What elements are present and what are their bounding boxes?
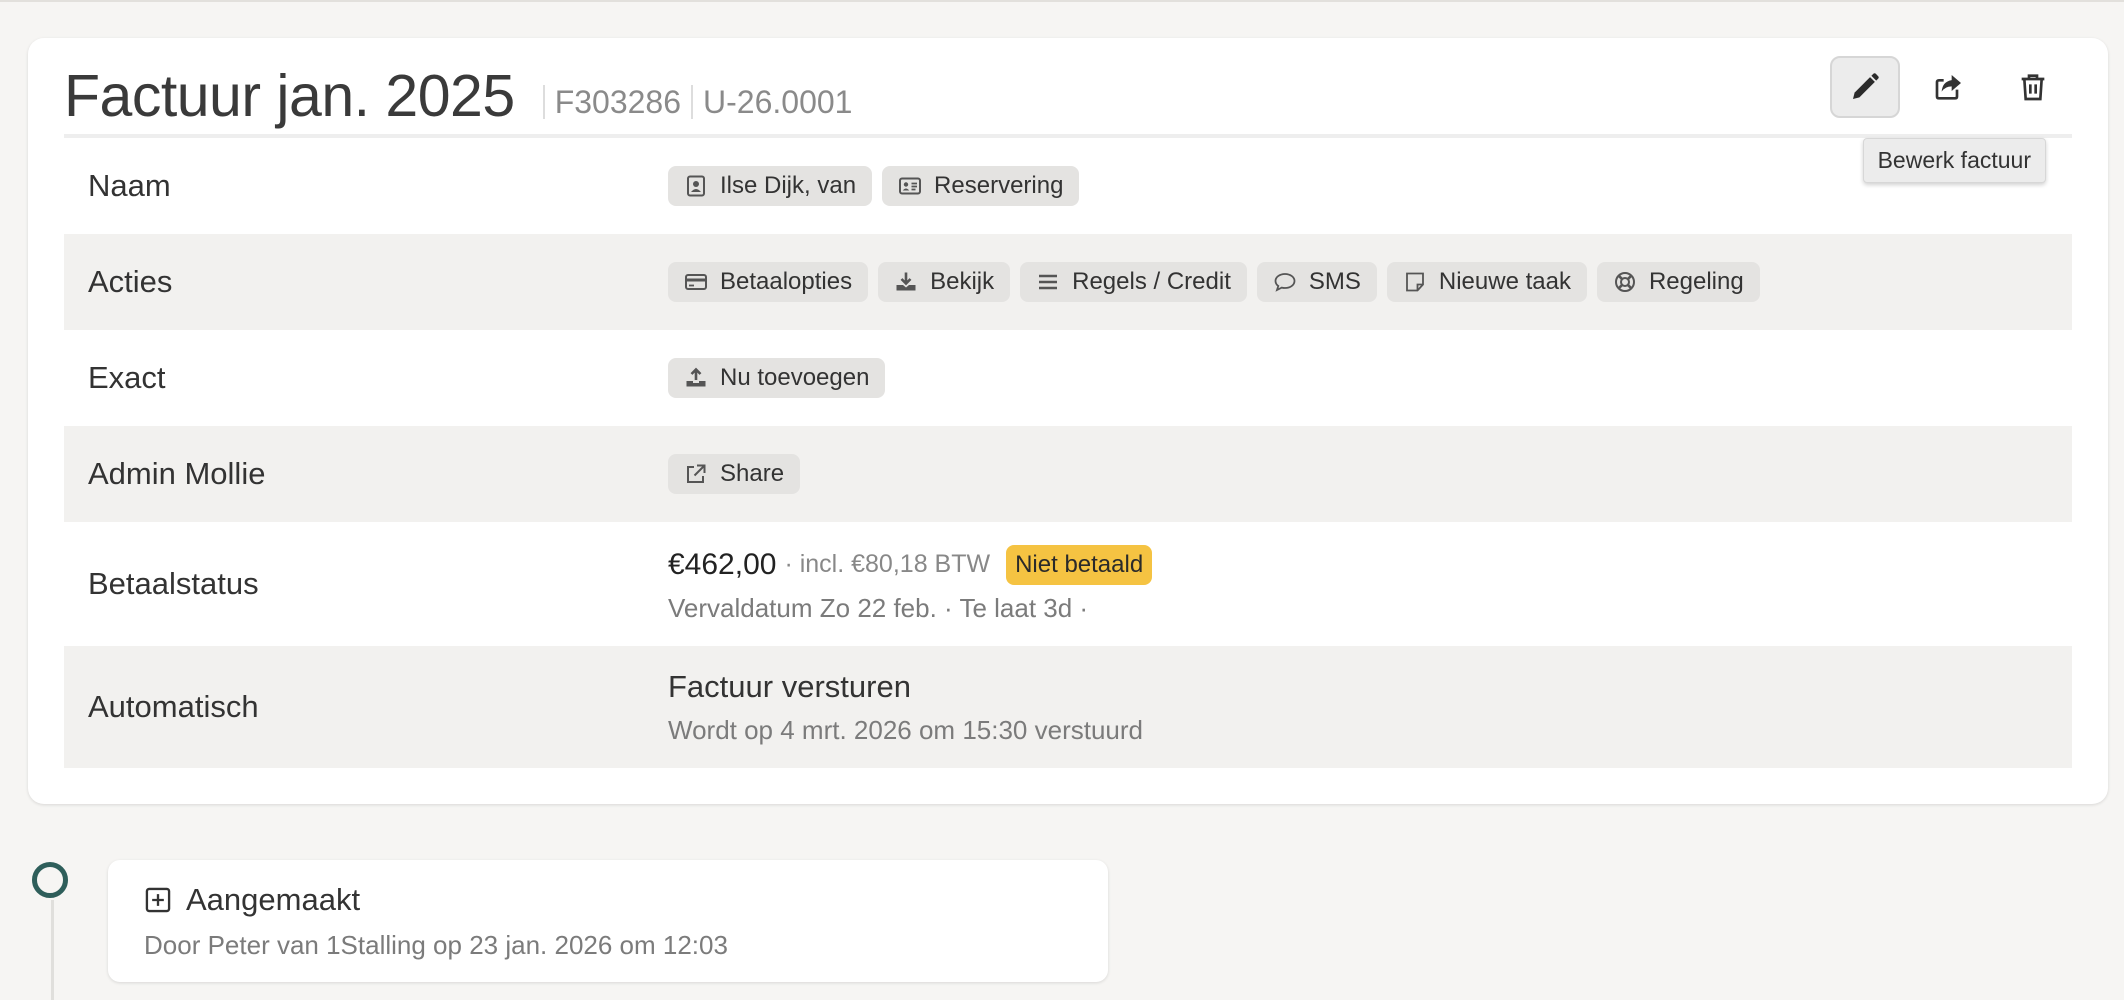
button-label: Betaalopties: [720, 268, 853, 295]
vat-amount: · incl. €80,18 BTW: [784, 550, 991, 578]
button-label: SMS: [1308, 268, 1361, 295]
download-icon: [896, 272, 916, 291]
row-label: Exact: [88, 360, 166, 395]
row-value: Factuur versturen Wordt op 4 mrt. 2026 o…: [668, 669, 1143, 746]
view-button[interactable]: Bekijk: [878, 262, 1011, 302]
new-task-button[interactable]: Nieuwe taak: [1386, 262, 1587, 302]
add-now-button[interactable]: Nu toevoegen: [668, 358, 886, 398]
button-label: Regels / Credit: [1072, 268, 1231, 295]
row-acties: Acties Betaalopties Bekijk Regels / Cred…: [64, 234, 2072, 330]
row-naam: Naam Ilse Dijk, van Reservering: [64, 138, 2072, 234]
button-label: Nu toevoegen: [720, 364, 870, 391]
trash-icon: [2021, 74, 2045, 101]
invoice-amount: €462,00: [668, 547, 777, 581]
divider: [691, 85, 694, 119]
row-value: €462,00 · incl. €80,18 BTW Niet betaald …: [668, 544, 1153, 624]
event-detail: Door Peter van 1Stalling op 23 jan. 2026…: [144, 930, 728, 960]
row-automatisch: Automatisch Factuur versturen Wordt op 4…: [64, 646, 2072, 768]
sticky-note-icon: [1405, 272, 1424, 292]
contact-chip[interactable]: Ilse Dijk, van: [668, 166, 873, 206]
delete-button[interactable]: [1998, 56, 2068, 118]
share-button[interactable]: [1914, 56, 1984, 118]
external-link-icon: [687, 464, 706, 483]
edit-button[interactable]: [1830, 56, 1900, 118]
timeline-event: Aangemaakt Door Peter van 1Stalling op 2…: [108, 860, 1108, 982]
invoice-reference: U-26.0001: [703, 83, 853, 120]
button-label: Bekijk: [930, 268, 995, 295]
row-label: Betaalstatus: [88, 566, 259, 601]
button-label: Nieuwe taak: [1438, 268, 1571, 295]
id-card-icon: [899, 177, 922, 195]
row-label: Acties: [88, 264, 173, 299]
row-label: Admin Mollie: [88, 456, 266, 491]
arrangement-button[interactable]: Regeling: [1596, 262, 1760, 302]
divider: [542, 85, 545, 119]
reservation-chip[interactable]: Reservering: [882, 166, 1080, 206]
amount-line: €462,00 · incl. €80,18 BTW Niet betaald: [668, 544, 1153, 585]
row-betaalstatus: Betaalstatus €462,00 · incl. €80,18 BTW …: [64, 522, 2072, 646]
edit-tooltip: Bewerk factuur: [1862, 138, 2046, 183]
contact-name: Ilse Dijk, van: [720, 172, 857, 199]
plus-square-icon: [145, 887, 171, 913]
page-title: Factuur jan. 2025: [64, 63, 515, 129]
automation-schedule: Wordt op 4 mrt. 2026 om 15:30 verstuurd: [668, 714, 1143, 745]
invoice-identifiers: F303286 U-26.0001: [533, 83, 853, 121]
automation-action: Factuur versturen: [668, 668, 911, 704]
invoice-number: F303286: [554, 83, 682, 120]
upload-icon: [686, 367, 706, 387]
status-badge: Niet betaald: [1006, 544, 1153, 585]
invoice-header: Factuur jan. 2025 F303286 U-26.0001: [64, 56, 852, 136]
row-admin-mollie: Admin Mollie Share: [64, 426, 2072, 522]
button-label: Share: [720, 460, 785, 487]
row-value: Nu toevoegen: [668, 358, 886, 398]
reservation-label: Reservering: [934, 172, 1064, 199]
speech-bubble-icon: [1274, 273, 1296, 292]
row-label: Naam: [88, 168, 171, 203]
invoice-details-table: Naam Ilse Dijk, van Reservering Acties B…: [64, 138, 2072, 768]
event-title-row: Aangemaakt: [144, 882, 360, 918]
timeline-dot: [32, 862, 68, 898]
header-actions: [1830, 56, 2068, 118]
button-label: Regeling: [1648, 268, 1744, 295]
lines-credit-button[interactable]: Regels / Credit: [1020, 262, 1247, 302]
row-label: Automatisch: [88, 689, 259, 724]
timeline-line: [51, 900, 54, 1000]
life-ring-icon: [1614, 272, 1635, 292]
sms-button[interactable]: SMS: [1256, 262, 1377, 302]
top-divider: [0, 0, 2124, 2]
invoice-card: Factuur jan. 2025 F303286 U-26.0001 Naam…: [28, 38, 2108, 804]
list-icon: [1039, 274, 1058, 290]
due-date: Vervaldatum Zo 22 feb. · Te laat 3d ·: [668, 592, 1089, 623]
row-value: Ilse Dijk, van Reservering: [668, 166, 1080, 206]
pencil-icon: [1853, 73, 1879, 99]
row-value: Share: [668, 454, 801, 494]
credit-card-icon: [685, 274, 707, 290]
share-icon: [1935, 75, 1961, 100]
row-exact: Exact Nu toevoegen: [64, 330, 2072, 426]
mollie-share-button[interactable]: Share: [668, 454, 801, 494]
row-value: Betaalopties Bekijk Regels / Credit SMS …: [668, 262, 1760, 302]
contact-book-icon: [687, 175, 705, 197]
event-title: Aangemaakt: [186, 882, 361, 917]
payment-options-button[interactable]: Betaalopties: [668, 262, 869, 302]
